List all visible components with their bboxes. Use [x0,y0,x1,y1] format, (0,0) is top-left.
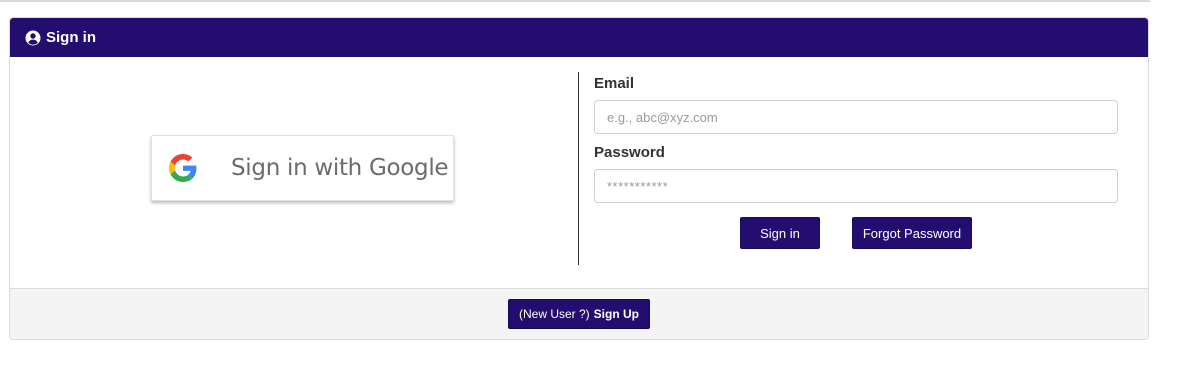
google-g-icon [169,154,197,182]
top-rule [0,0,1150,2]
email-field[interactable] [594,100,1118,134]
google-signin-label: Sign in with Google [231,155,449,181]
panel-body: Sign in with Google Email Password Sign … [10,57,1148,288]
user-circle-icon [25,30,41,46]
password-field[interactable] [594,169,1118,203]
google-signin-button[interactable]: Sign in with Google [151,135,454,201]
signup-button[interactable]: (New User ?) Sign Up [508,299,650,329]
panel-header: Sign in [10,18,1148,57]
signin-button[interactable]: Sign in [740,217,820,249]
vertical-divider [578,72,579,265]
signup-prefix: (New User ?) [518,307,590,321]
panel-footer: (New User ?) Sign Up [10,288,1148,339]
email-label: Email [594,75,635,92]
password-label: Password [594,144,665,161]
panel-title: Sign in [46,29,96,46]
signin-panel: Sign in Sign in with Google Email Passwo… [9,17,1149,340]
forgot-password-button[interactable]: Forgot Password [852,217,972,249]
signup-label: Sign Up [593,307,639,321]
